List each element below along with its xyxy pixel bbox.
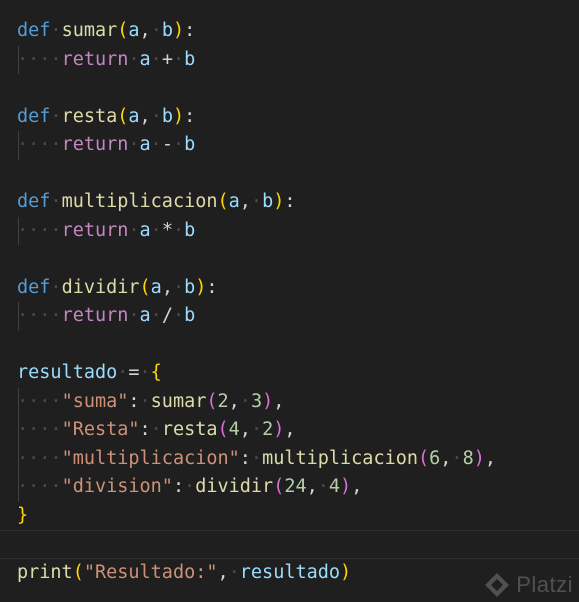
- indent-whitespace: ····: [17, 476, 62, 497]
- keyword: def: [17, 276, 51, 298]
- indent-guide: [18, 387, 19, 416]
- code-line[interactable]: def·dividir(a,·b):: [0, 274, 579, 303]
- indent-whitespace: ····: [17, 219, 62, 241]
- param: b: [262, 191, 274, 212]
- indent-whitespace: ····: [17, 134, 62, 155]
- variable: a: [139, 219, 151, 241]
- operator: /: [161, 305, 173, 326]
- dict-key: "multiplicacion": [61, 447, 240, 469]
- function-call: sumar: [150, 390, 207, 412]
- indent-guide: [18, 302, 19, 331]
- keyword: def: [17, 105, 51, 127]
- param: b: [161, 20, 173, 41]
- variable: b: [184, 305, 196, 326]
- keyword: def: [17, 20, 51, 41]
- function-name: sumar: [61, 20, 118, 41]
- code-editor[interactable]: def·sumar(a,·b): ····return·a·+·b def·re…: [0, 17, 579, 587]
- operator: -: [161, 134, 173, 155]
- param: b: [161, 105, 173, 127]
- dict-key: "division": [61, 476, 173, 497]
- param: a: [228, 191, 240, 212]
- code-line[interactable]: ····return·a·*·b: [0, 216, 579, 245]
- dict-key: "Resta": [61, 419, 140, 440]
- code-line[interactable]: ····"suma":·sumar(2,·3),: [0, 387, 579, 416]
- variable: b: [184, 134, 196, 155]
- variable: a: [139, 134, 151, 155]
- variable: b: [184, 48, 196, 70]
- function-call: multiplicacion: [262, 447, 418, 469]
- param: a: [128, 105, 140, 127]
- code-line[interactable]: resultado·=·{: [0, 359, 579, 388]
- indent-guide: [18, 45, 19, 74]
- number-literal: 4: [228, 419, 240, 440]
- number-literal: 24: [284, 476, 307, 497]
- operator: *: [161, 219, 173, 241]
- param: b: [184, 276, 196, 298]
- indent-whitespace: ····: [17, 48, 62, 70]
- variable: a: [139, 305, 151, 326]
- code-line[interactable]: ····return·a·/·b: [0, 302, 579, 331]
- indent-guide: [18, 416, 19, 445]
- param: a: [128, 20, 140, 41]
- code-line[interactable]: ····"multiplicacion":·multiplicacion(6,·…: [0, 444, 579, 473]
- dict-key: "suma": [61, 390, 129, 412]
- variable: resultado: [239, 561, 341, 583]
- indent-whitespace: ····: [17, 390, 62, 412]
- indent-guide: [18, 131, 19, 160]
- indent-guide: [18, 473, 19, 502]
- number-literal: 3: [250, 390, 263, 412]
- function-name: dividir: [61, 276, 140, 298]
- string-literal: "Resultado:": [83, 561, 218, 583]
- code-line[interactable]: def·multiplicacion(a,·b):: [0, 188, 579, 217]
- keyword: def: [17, 191, 51, 212]
- code-line-empty[interactable]: [0, 245, 579, 274]
- number-literal: 2: [262, 419, 274, 440]
- operator: +: [161, 48, 173, 70]
- param: a: [150, 276, 162, 298]
- code-line-empty[interactable]: [0, 160, 579, 189]
- code-line[interactable]: def·resta(a,·b):: [0, 103, 579, 132]
- keyword: return: [61, 305, 129, 326]
- platzi-watermark: Platzi: [484, 572, 573, 598]
- variable: resultado: [17, 362, 118, 383]
- number-literal: 4: [328, 476, 341, 497]
- code-line[interactable]: ····return·a·-·b: [0, 131, 579, 160]
- function-call: resta: [161, 419, 218, 440]
- indent-whitespace: ····: [17, 419, 62, 440]
- function-call: print: [17, 561, 73, 583]
- platzi-logo-icon: [485, 573, 510, 597]
- code-line[interactable]: }: [0, 502, 579, 531]
- indent-whitespace: ····: [17, 447, 62, 469]
- code-line[interactable]: ····"Resta":·resta(4,·2),: [0, 416, 579, 445]
- code-line-empty[interactable]: [0, 331, 579, 360]
- keyword: return: [61, 48, 129, 70]
- code-line[interactable]: def·sumar(a,·b):: [0, 17, 579, 46]
- indent-guide: [18, 216, 19, 245]
- variable: b: [184, 219, 196, 241]
- function-call: dividir: [195, 476, 274, 497]
- keyword: return: [61, 219, 129, 241]
- function-name: resta: [61, 105, 118, 127]
- indent-whitespace: ····: [17, 305, 62, 326]
- number-literal: 6: [429, 447, 441, 469]
- function-name: multiplicacion: [61, 191, 218, 212]
- variable: a: [139, 48, 151, 70]
- keyword: return: [61, 134, 129, 155]
- code-line-empty[interactable]: [0, 74, 579, 103]
- code-line[interactable]: ····return·a·+·b: [0, 45, 579, 74]
- number-literal: 2: [217, 390, 229, 412]
- watermark-text: Platzi: [516, 572, 573, 597]
- code-line[interactable]: ····"division":·dividir(24,·4),: [0, 473, 579, 502]
- indent-guide: [18, 444, 19, 473]
- code-line-active-empty[interactable]: [0, 530, 579, 559]
- number-literal: 8: [462, 447, 474, 469]
